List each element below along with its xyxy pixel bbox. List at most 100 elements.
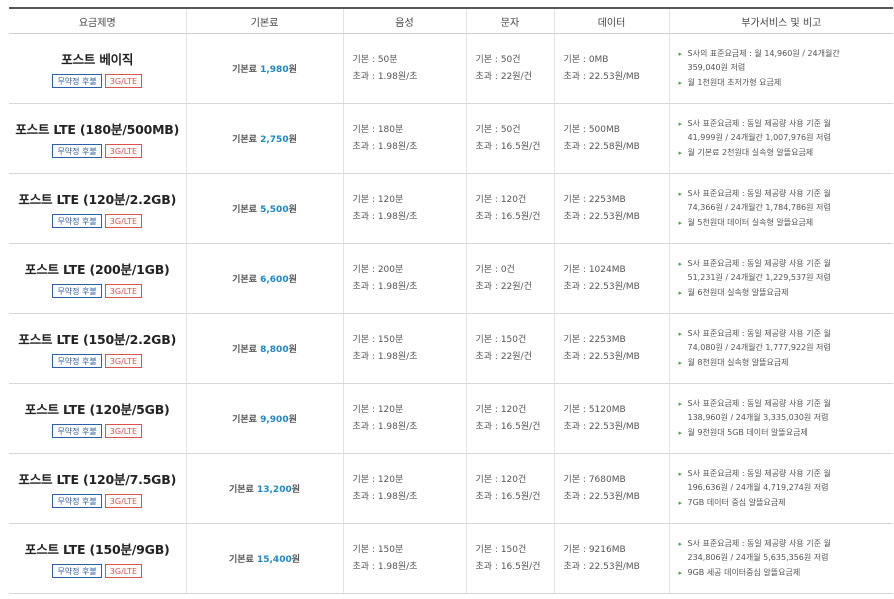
fee-prefix: 기본료 bbox=[232, 65, 257, 75]
note-text: 7GB 데이터 중심 알뜰요금제 bbox=[687, 497, 786, 507]
sms-overage: 초과 : 22원/건 bbox=[475, 281, 532, 292]
triangle-bullet-icon: ▸ bbox=[678, 49, 683, 58]
base-fee-cell: 기본료 13,200원 bbox=[185, 453, 343, 524]
fee-prefix: 기본료 bbox=[229, 555, 254, 565]
header-data: 데이터 bbox=[553, 7, 669, 34]
note-item: ▸ 월 9천원대 5GB 데이터 알뜰요금제 bbox=[679, 426, 894, 441]
plan-name: 포스트 LTE (120분/2.2GB) bbox=[18, 192, 177, 207]
data-cell: 기본 : 2253MB 초과 : 22.53원/MB bbox=[553, 313, 669, 384]
data-overage: 초과 : 22.53원/MB bbox=[563, 561, 640, 572]
table-row: 포스트 LTE (180분/500MB) 무약정 후불 3G/LTE 기본료 2… bbox=[9, 103, 894, 174]
data-base: 기본 : 7680MB bbox=[563, 474, 626, 485]
voice-overage: 초과 : 1.98원/초 bbox=[352, 71, 418, 82]
voice-overage: 초과 : 1.98원/초 bbox=[352, 211, 418, 222]
voice-base: 기본 : 180분 bbox=[352, 124, 404, 135]
data-cell: 기본 : 9216MB 초과 : 22.53원/MB bbox=[553, 523, 669, 594]
triangle-bullet-icon: ▸ bbox=[678, 288, 683, 297]
contract-tag[interactable]: 무약정 후불 bbox=[52, 564, 102, 578]
voice-base: 기본 : 150분 bbox=[352, 334, 404, 345]
notes-cell: ▸ S사 표준요금제 : 동일 제공량 사용 기준 월 196,636원 / 2… bbox=[668, 453, 893, 524]
plan-name: 포스트 LTE (150분/9GB) bbox=[24, 542, 170, 557]
sms-base: 기본 : 150건 bbox=[475, 544, 527, 555]
data-base: 기본 : 2253MB bbox=[563, 194, 626, 205]
contract-tag[interactable]: 무약정 후불 bbox=[52, 354, 102, 368]
note-item: ▸ S사 표준요금제 : 동일 제공량 사용 기준 월 bbox=[679, 117, 894, 132]
triangle-bullet-icon: ▸ bbox=[678, 78, 683, 87]
voice-overage: 초과 : 1.98원/초 bbox=[352, 141, 418, 152]
plan-tags: 무약정 후불 3G/LTE bbox=[9, 74, 186, 88]
plan-name-cell: 포스트 LTE (150분/2.2GB) 무약정 후불 3G/LTE bbox=[9, 313, 186, 384]
table-row: 포스트 LTE (150분/2.2GB) 무약정 후불 3G/LTE 기본료 8… bbox=[9, 313, 893, 384]
sms-overage: 초과 : 16.5원/건 bbox=[475, 561, 541, 572]
plan-tags: 무약정 후불 3G/LTE bbox=[9, 564, 186, 578]
fee-amount: 5,500 bbox=[260, 205, 289, 215]
table-row: 포스트 LTE (120분/7.5GB) 무약정 후불 3G/LTE 기본료 1… bbox=[9, 453, 893, 524]
triangle-bullet-icon: ▸ bbox=[678, 498, 683, 507]
triangle-bullet-icon: ▸ bbox=[678, 119, 683, 128]
table-row: 포스트 LTE (200분/1GB) 무약정 후불 3G/LTE 기본료 6,6… bbox=[9, 243, 894, 314]
plan-tags: 무약정 후불 3G/LTE bbox=[9, 144, 186, 158]
network-tag[interactable]: 3G/LTE bbox=[104, 354, 143, 368]
data-base: 기본 : 500MB bbox=[563, 124, 620, 135]
network-tag[interactable]: 3G/LTE bbox=[104, 214, 143, 228]
sms-cell: 기본 : 50건 초과 : 16.5원/건 bbox=[465, 103, 554, 174]
fee-unit: 원 bbox=[291, 485, 300, 495]
notes-cell: ▸ S사 표준요금제 : 동일 제공량 사용 기준 월 74,366원 / 24… bbox=[668, 173, 893, 244]
note-text: S사 표준요금제 : 동일 제공량 사용 기준 월 bbox=[687, 398, 831, 408]
note-text: 196,636원 / 24개월 4,719,274원 저렴 bbox=[687, 483, 829, 493]
fee-prefix: 기본료 bbox=[232, 415, 257, 425]
note-text: 월 6천원대 실속형 알뜰요금제 bbox=[687, 287, 789, 297]
fee-prefix: 기본료 bbox=[232, 135, 257, 145]
plan-tags: 무약정 후불 3G/LTE bbox=[9, 494, 186, 508]
voice-cell: 기본 : 200분 초과 : 1.98원/초 bbox=[342, 243, 466, 314]
plan-tags: 무약정 후불 3G/LTE bbox=[9, 284, 186, 298]
note-text: 월 기본료 2천원대 실속형 알뜰요금제 bbox=[687, 147, 814, 157]
contract-tag[interactable]: 무약정 후불 bbox=[52, 494, 102, 508]
voice-overage: 초과 : 1.98원/초 bbox=[352, 561, 418, 572]
base-fee-cell: 기본료 6,600원 bbox=[185, 243, 343, 314]
plan-tags: 무약정 후불 3G/LTE bbox=[9, 354, 186, 368]
note-continuation: 234,806원 / 24개월 5,635,356원 저렴 bbox=[679, 551, 894, 566]
note-continuation: 138,960원 / 24개월 3,335,030원 저렴 bbox=[679, 411, 894, 426]
notes-cell: ▸ S사 표준요금제 : 동일 제공량 사용 기준 월 41,999원 / 24… bbox=[668, 103, 894, 174]
data-base: 기본 : 1024MB bbox=[563, 264, 626, 275]
fee-amount: 6,600 bbox=[260, 275, 289, 285]
note-item: ▸ 월 6천원대 실속형 알뜰요금제 bbox=[679, 286, 894, 301]
sms-base: 기본 : 0건 bbox=[475, 264, 515, 275]
data-base: 기본 : 9216MB bbox=[563, 544, 626, 555]
voice-overage: 초과 : 1.98원/초 bbox=[352, 421, 418, 432]
fee-prefix: 기본료 bbox=[232, 275, 257, 285]
sms-base: 기본 : 150건 bbox=[475, 334, 527, 345]
note-item: ▸ 월 기본료 2천원대 실속형 알뜰요금제 bbox=[679, 146, 894, 161]
contract-tag[interactable]: 무약정 후불 bbox=[52, 74, 102, 88]
fee-unit: 원 bbox=[288, 415, 297, 425]
note-item: ▸ S사 표준요금제 : 동일 제공량 사용 기준 월 bbox=[679, 257, 894, 272]
sms-base: 기본 : 120건 bbox=[475, 474, 527, 485]
triangle-bullet-icon: ▸ bbox=[678, 358, 683, 367]
data-cell: 기본 : 0MB 초과 : 22.53원/MB bbox=[553, 33, 669, 104]
note-text: 138,960원 / 24개월 3,335,030원 저렴 bbox=[687, 413, 829, 423]
note-text: 359,040원 저렴 bbox=[687, 63, 746, 73]
network-tag[interactable]: 3G/LTE bbox=[104, 284, 143, 298]
network-tag[interactable]: 3G/LTE bbox=[104, 144, 143, 158]
network-tag[interactable]: 3G/LTE bbox=[104, 564, 143, 578]
contract-tag[interactable]: 무약정 후불 bbox=[52, 284, 102, 298]
data-base: 기본 : 0MB bbox=[563, 54, 609, 65]
sms-base: 기본 : 120건 bbox=[475, 194, 527, 205]
contract-tag[interactable]: 무약정 후불 bbox=[52, 144, 102, 158]
voice-overage: 초과 : 1.98원/초 bbox=[352, 351, 418, 362]
note-text: S사 표준요금제 : 동일 제공량 사용 기준 월 bbox=[687, 538, 831, 548]
plan-name: 포스트 LTE (200분/1GB) bbox=[24, 262, 170, 277]
network-tag[interactable]: 3G/LTE bbox=[104, 494, 143, 508]
table-row: 포스트 베이직 무약정 후불 3G/LTE 기본료 1,980원 기본 : 50… bbox=[9, 33, 893, 104]
header-voice: 음성 bbox=[342, 7, 466, 34]
contract-tag[interactable]: 무약정 후불 bbox=[52, 214, 102, 228]
notes-cell: ▸ S사 표준요금제 : 동일 제공량 사용 기준 월 74,080원 / 24… bbox=[668, 313, 893, 384]
plan-name-cell: 포스트 베이직 무약정 후불 3G/LTE bbox=[9, 33, 186, 104]
notes-cell: ▸ S사 표준요금제 : 동일 제공량 사용 기준 월 51,231원 / 24… bbox=[668, 243, 894, 314]
table-row: 포스트 LTE (120분/5GB) 무약정 후불 3G/LTE 기본료 9,9… bbox=[9, 383, 894, 454]
data-overage: 초과 : 22.53원/MB bbox=[563, 211, 640, 222]
contract-tag[interactable]: 무약정 후불 bbox=[52, 424, 102, 438]
network-tag[interactable]: 3G/LTE bbox=[104, 74, 143, 88]
network-tag[interactable]: 3G/LTE bbox=[104, 424, 143, 438]
